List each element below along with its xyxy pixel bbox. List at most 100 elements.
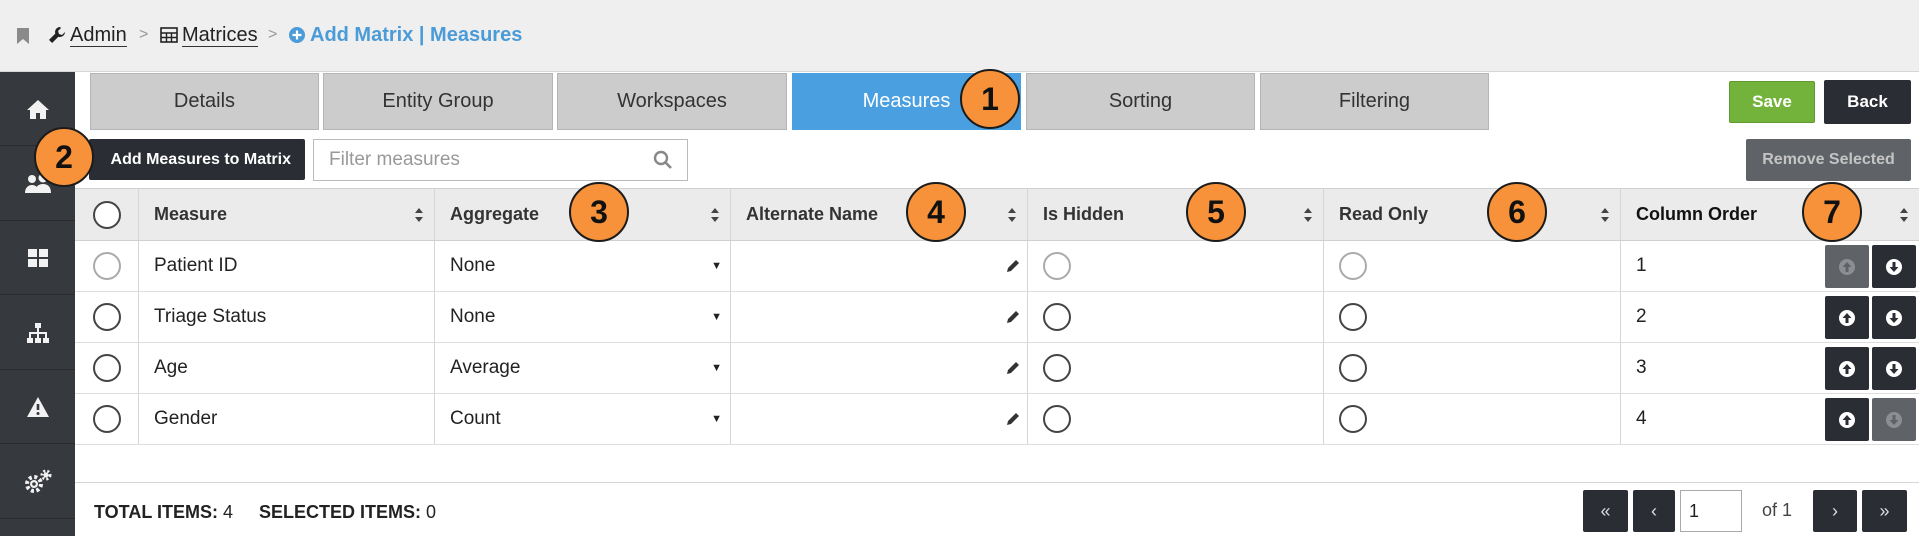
move-down-button[interactable] [1872,398,1916,441]
row-select-cell [75,241,138,291]
breadcrumb-admin-label[interactable]: Admin [70,24,127,47]
breadcrumb-separator: > [139,26,149,43]
header-is-hidden[interactable]: Is Hidden [1027,189,1323,240]
filter-placeholder: Filter measures [329,149,460,170]
row-select-checkbox[interactable] [92,252,121,280]
read-only-toggle[interactable] [1339,405,1367,433]
row-select-checkbox[interactable] [92,405,121,433]
read-only-toggle[interactable] [1339,354,1367,382]
sidebar-item-settings[interactable] [0,445,75,519]
sidebar-item-alerts[interactable] [0,370,75,444]
back-button[interactable]: Back [1824,80,1911,124]
header-alternate-name[interactable]: Alternate Name [730,189,1027,240]
alternate-name-field[interactable] [730,394,1027,444]
read-only-toggle[interactable] [1339,303,1367,331]
alternate-name-field[interactable] [730,343,1027,393]
select-all-checkbox[interactable] [92,200,121,229]
breadcrumb-admin[interactable]: Admin [48,22,127,48]
arrow-down-circle-icon [1886,411,1902,428]
prev-page-button[interactable]: ‹ [1633,490,1675,532]
measure-name: Gender [154,408,218,429]
header-measure[interactable]: Measure [138,189,434,240]
double-chevron-left-icon: « [1600,500,1611,521]
alternate-name-field[interactable] [730,292,1027,342]
table-row[interactable]: Triage Status None ▼ 2 [75,292,1919,343]
table-icon [160,27,178,43]
sort-icon [1008,207,1016,222]
aggregate-select[interactable]: Average ▼ [434,343,730,393]
page-number-input[interactable]: 1 [1680,490,1742,532]
arrow-down-circle-icon [1886,309,1902,326]
save-button[interactable]: Save [1729,81,1815,123]
tab-entity-group[interactable]: Entity Group [323,73,553,130]
is-hidden-cell [1027,394,1323,444]
table-header: Measure Aggregate Alternate Name Is Hidd… [75,188,1919,241]
page-of-label: of 1 [1762,500,1793,520]
move-down-button[interactable] [1872,245,1916,288]
read-only-cell [1323,394,1620,444]
pencil-icon[interactable] [1005,258,1021,274]
move-up-button[interactable] [1825,296,1869,339]
first-page-button[interactable]: « [1583,490,1628,532]
is-hidden-toggle[interactable] [1043,354,1071,382]
header-column-order[interactable]: Column Order [1620,189,1919,240]
alternate-name-field[interactable] [730,241,1027,291]
aggregate-value: None [450,306,496,327]
aggregate-select[interactable]: Count ▼ [434,394,730,444]
arrow-up-circle-icon [1839,258,1855,275]
total-items-value: 4 [223,502,234,522]
tab-sorting[interactable]: Sorting [1026,73,1255,130]
double-chevron-right-icon: » [1879,500,1890,521]
home-icon [26,99,49,119]
aggregate-select[interactable]: None ▼ [434,292,730,342]
add-measures-button[interactable]: Add Measures to Matrix [89,139,305,180]
is-hidden-toggle[interactable] [1043,252,1071,280]
read-only-cell [1323,241,1620,291]
move-up-button[interactable] [1825,245,1869,288]
filter-measures-input[interactable]: Filter measures [313,139,688,181]
pencil-icon[interactable] [1005,309,1021,325]
dropdown-arrow-icon: ▼ [711,362,722,374]
aggregate-select[interactable]: None ▼ [434,241,730,291]
arrow-down-circle-icon [1886,360,1902,377]
header-read-only[interactable]: Read Only [1323,189,1620,240]
read-only-toggle[interactable] [1339,252,1367,280]
breadcrumb-matrices-label[interactable]: Matrices [182,24,258,47]
sidebar-item-hierarchy[interactable] [0,296,75,370]
row-select-checkbox[interactable] [92,303,121,331]
remove-selected-button[interactable]: Remove Selected [1746,139,1911,181]
next-page-button[interactable]: › [1813,490,1857,532]
sidebar-item-dashboard[interactable] [0,221,75,295]
sort-icon [1304,207,1312,222]
move-up-button[interactable] [1825,347,1869,390]
is-hidden-toggle[interactable] [1043,405,1071,433]
table-row[interactable]: Patient ID None ▼ 1 [75,241,1919,292]
tab-filtering[interactable]: Filtering [1260,73,1489,130]
row-select-checkbox[interactable] [92,354,121,382]
breadcrumb-matrices[interactable]: Matrices [160,22,258,48]
is-hidden-toggle[interactable] [1043,303,1071,331]
pencil-icon[interactable] [1005,411,1021,427]
sort-icon [1601,207,1609,222]
callout-marker: 5 [1186,182,1246,242]
arrow-down-circle-icon [1886,258,1902,275]
move-down-button[interactable] [1872,296,1916,339]
bookmark-icon[interactable] [16,27,30,45]
is-hidden-cell [1027,343,1323,393]
row-select-cell [75,343,138,393]
move-down-button[interactable] [1872,347,1916,390]
gears-icon [24,469,51,493]
move-up-button[interactable] [1825,398,1869,441]
table-row[interactable]: Age Average ▼ 3 [75,343,1919,394]
page-number-value: 1 [1689,500,1700,521]
pencil-icon[interactable] [1005,360,1021,376]
sort-icon [711,207,719,222]
header-read-only-label: Read Only [1339,204,1429,224]
last-page-button[interactable]: » [1862,490,1907,532]
tab-workspaces[interactable]: Workspaces [557,73,787,130]
is-hidden-cell [1027,241,1323,291]
tab-details[interactable]: Details [90,73,319,130]
table-row[interactable]: Gender Count ▼ 4 [75,394,1919,445]
total-items: TOTAL ITEMS: 4 [94,502,233,523]
dropdown-arrow-icon: ▼ [711,413,722,425]
